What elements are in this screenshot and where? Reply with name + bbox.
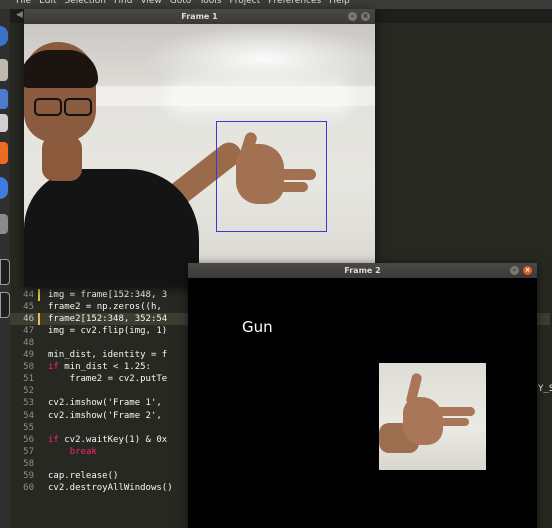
line-number: 49 — [23, 350, 34, 361]
line-number: 51 — [23, 374, 34, 385]
frame1-titlebar[interactable]: Frame 1 – × — [24, 9, 375, 24]
frame2-minimize-icon[interactable]: – — [510, 266, 519, 275]
code-text: img = cv2.flip(img, 1) — [48, 326, 168, 337]
code-text: frame2 = np.zeros((h, — [48, 302, 168, 313]
code-text: if min_dist < 1.25: — [48, 362, 151, 373]
code-text: min_dist, identity = f — [48, 350, 168, 361]
tab-scroll-left-icon[interactable]: ◀ — [16, 10, 23, 20]
line-number: 45 — [23, 302, 34, 313]
frame2-window[interactable]: Frame 2 – × Gun — [188, 263, 537, 528]
menu-selection[interactable]: Selection — [65, 0, 106, 6]
line-number: 57 — [23, 446, 34, 457]
line-number: 52 — [23, 386, 34, 397]
menu-view[interactable]: View — [140, 0, 161, 6]
frame1-window[interactable]: Frame 1 – × — [24, 9, 375, 287]
line-number: 50 — [23, 362, 34, 373]
code-overflow-text: Y_S — [538, 384, 552, 394]
menu-help[interactable]: Help — [329, 0, 350, 6]
line-number: 46 — [23, 314, 34, 325]
line-number: 54 — [23, 410, 34, 421]
prediction-label: Gun — [242, 318, 273, 336]
menu-find[interactable]: Find — [114, 0, 132, 6]
modified-line-marker — [38, 313, 40, 326]
frame2-close-icon[interactable]: × — [523, 266, 532, 275]
code-text: if cv2.waitKey(1) & 0x — [48, 434, 168, 445]
menu-edit[interactable]: Edit — [39, 0, 56, 6]
frame1-minimize-icon[interactable]: – — [348, 12, 357, 21]
menu-tools[interactable]: Tools — [199, 0, 221, 6]
launcher-icon-chrome[interactable] — [0, 177, 8, 199]
launcher-icon-files[interactable] — [0, 59, 8, 81]
frame1-title: Frame 1 — [181, 12, 218, 21]
launcher-icon-settings[interactable] — [0, 214, 8, 234]
code-text: cv2.imshow('Frame 1', — [48, 398, 162, 409]
line-number: 44 — [23, 290, 34, 300]
line-number: 53 — [23, 398, 34, 409]
frame2-title: Frame 2 — [344, 266, 381, 275]
modified-line-marker — [38, 289, 40, 301]
line-number: 56 — [23, 434, 34, 445]
menu-preferences[interactable]: Preferences — [268, 0, 321, 6]
code-text: break — [69, 446, 97, 457]
top-menubar: File Edit Selection Find View Goto Tools Projec… — [0, 0, 552, 9]
line-number: 55 — [23, 422, 34, 433]
webcam-feed-image — [24, 24, 375, 287]
launcher-icon-writer[interactable] — [0, 89, 8, 109]
app-launcher — [0, 9, 10, 528]
launcher-icon-window-1[interactable] — [0, 259, 10, 285]
launcher-icon-window-2[interactable] — [0, 292, 10, 318]
code-text: cv2.imshow('Frame 2', — [48, 410, 162, 421]
line-number: 60 — [23, 482, 34, 493]
code-text: frame2[152:348, 352:54 — [48, 314, 168, 325]
launcher-icon-software[interactable] — [0, 114, 8, 132]
frame1-close-icon[interactable]: × — [361, 12, 370, 21]
menu-project[interactable]: Project — [229, 0, 260, 6]
launcher-icon-firefox[interactable] — [0, 26, 8, 46]
line-number: 48 — [23, 338, 34, 349]
line-number: 58 — [23, 458, 34, 469]
code-text: cv2.destroyAllWindows() — [48, 482, 173, 493]
code-text: img = frame[152:348, 3 — [48, 290, 168, 300]
line-number: 59 — [23, 470, 34, 481]
roi-bounding-box — [216, 121, 327, 232]
menu-file[interactable]: File — [16, 0, 31, 6]
code-text: frame2 = cv2.putTe — [48, 374, 168, 385]
menu-goto[interactable]: Goto — [170, 0, 192, 6]
code-text: cap.release() — [48, 470, 119, 481]
launcher-icon-store[interactable] — [0, 142, 8, 164]
ceiling-lamp — [174, 92, 344, 104]
line-number: 47 — [23, 326, 34, 337]
hand-crop-image — [379, 363, 486, 470]
frame2-titlebar[interactable]: Frame 2 – × — [188, 263, 537, 278]
